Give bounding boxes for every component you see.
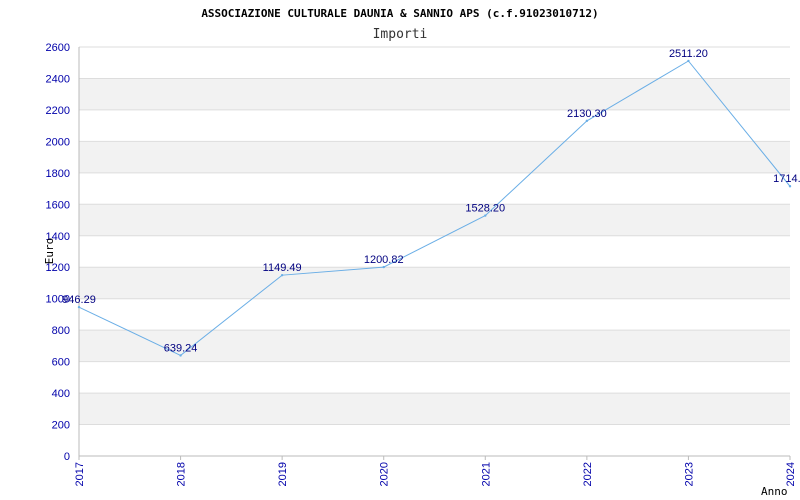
y-tick-label: 2600: [46, 42, 70, 54]
data-point: [179, 354, 182, 357]
data-point: [788, 185, 792, 188]
x-tick-label: 2019: [277, 462, 289, 486]
y-tick-label: 600: [52, 357, 70, 369]
data-label: 2511.20: [669, 48, 708, 60]
data-label: 1528.20: [465, 203, 505, 215]
chart-subtitle: Importi: [373, 27, 428, 42]
grid-band: [79, 267, 790, 299]
grid-band: [79, 393, 790, 425]
y-tick-label: 800: [52, 325, 70, 337]
y-tick-label: 2200: [46, 105, 70, 117]
x-tick-labels: 2017 2018 2019 2020 2021 2022 2023 2024: [74, 462, 797, 486]
grid-band: [79, 78, 790, 110]
grid-band: [79, 141, 790, 173]
data-point: [585, 119, 589, 123]
y-tick-label: 200: [52, 420, 70, 432]
data-point: [77, 305, 81, 309]
x-tick-label: 2021: [480, 462, 492, 486]
x-tick-label: 2024: [785, 462, 797, 486]
y-tick-label: 1800: [46, 168, 70, 180]
y-tick-label: 1600: [46, 199, 70, 211]
x-tick-label: 2020: [379, 462, 391, 486]
data-label: 639.24: [164, 342, 198, 354]
data-label: 1200.82: [364, 254, 404, 266]
chart-title: ASSOCIAZIONE CULTURALE DAUNIA & SANNIO A…: [201, 7, 598, 20]
x-tick-label: 2023: [683, 462, 695, 486]
line-chart: 0200400600800100012001400160018002000220…: [43, 7, 800, 498]
y-tick-label: 0: [64, 451, 70, 463]
data-point: [280, 273, 284, 277]
x-tick-label: 2022: [582, 462, 594, 486]
y-tick-label: 2000: [46, 136, 70, 148]
x-tick-label: 2017: [74, 462, 86, 486]
data-point: [382, 265, 385, 269]
x-axis-label: Anno: [761, 485, 788, 498]
data-label: 1149.49: [263, 262, 302, 274]
y-axis-label: Euro: [43, 238, 56, 265]
data-label: 2130.30: [567, 108, 607, 120]
background-bands: [79, 78, 790, 425]
y-tick-label: 2400: [46, 73, 70, 85]
y-tick-label: 400: [52, 388, 70, 400]
x-tick-label: 2018: [176, 462, 188, 486]
data-label: 946.29: [62, 294, 96, 306]
data-label: 1714.8: [773, 173, 800, 185]
grid-band: [79, 204, 790, 236]
data-point: [687, 59, 690, 63]
data-point: [484, 214, 487, 217]
